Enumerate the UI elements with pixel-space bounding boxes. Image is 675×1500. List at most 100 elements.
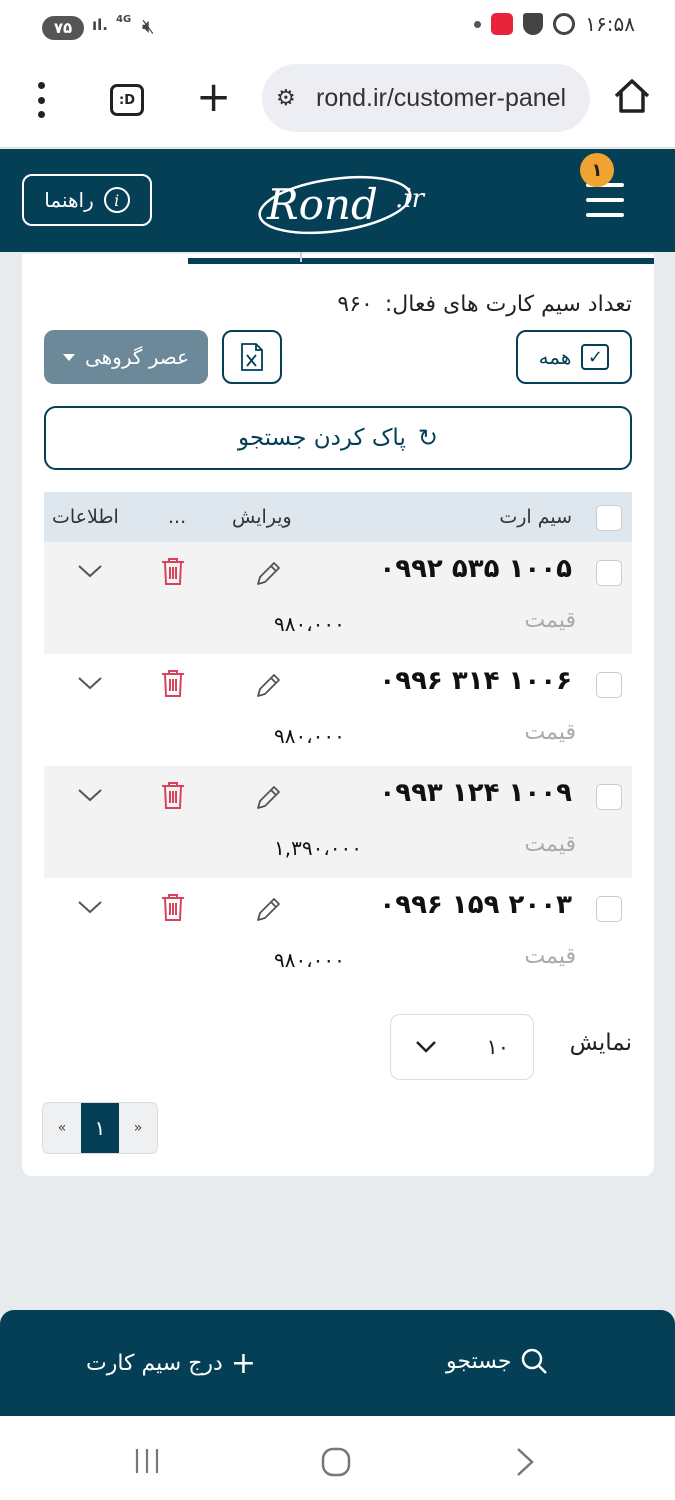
recent-apps-icon[interactable] <box>132 1446 162 1476</box>
pagination: « ۱ » <box>42 1102 158 1154</box>
tab-divider <box>300 252 302 262</box>
pagination-prev[interactable]: « <box>43 1103 81 1153</box>
status-right: ۱۶:۵۸ <box>474 12 635 36</box>
header-edit: ویرایش <box>232 506 292 528</box>
select-all-button[interactable]: ✓ همه <box>516 330 632 384</box>
price-label: قیمت <box>524 832 576 857</box>
row-checkbox[interactable] <box>596 560 622 586</box>
status-bar: ۷۵ ıl. 4G 🔇︎ ۱۶:۵۸ <box>0 0 675 56</box>
bottom-nav: جستجو + درج سیم کارت <box>0 1310 675 1416</box>
guide-button[interactable]: i راهنما <box>22 174 152 226</box>
edit-pencil-icon[interactable] <box>254 782 284 812</box>
mute-icon: 🔇︎ <box>142 14 155 38</box>
bottom-nav-add-label: درج سیم کارت <box>86 1351 223 1376</box>
delete-trash-icon[interactable] <box>160 556 186 586</box>
price-label: قیمت <box>524 720 576 745</box>
guide-label: راهنما <box>44 188 94 212</box>
delete-trash-icon[interactable] <box>160 780 186 810</box>
checkbox-checked-icon: ✓ <box>581 344 610 370</box>
price-value: ۱,۳۹۰،۰۰۰ <box>274 836 363 860</box>
search-icon <box>522 1348 548 1374</box>
bottom-nav-add-sim[interactable]: + درج سیم کارت <box>86 1346 256 1381</box>
clear-search-label: پاک کردن جستجو <box>238 425 406 451</box>
active-tab-indicator[interactable] <box>188 258 654 264</box>
header-sim: سیم ارت <box>499 506 572 528</box>
logo-suffix: .ir <box>395 184 426 214</box>
header-checkbox[interactable] <box>596 505 622 531</box>
logo-text: Rond <box>266 180 378 229</box>
table-row: ۰۹۹۶ ۳۱۴ ۱۰۰۶ قیمت ۹۸۰،۰۰۰ <box>44 654 632 766</box>
pagination-current[interactable]: ۱ <box>81 1103 119 1153</box>
sim-number: ۰۹۹۶ ۱۵۹ ۲۰۰۳ <box>379 890 572 920</box>
active-count-value: ۹۶۰ <box>337 292 373 317</box>
price-label: قیمت <box>524 944 576 969</box>
table-header: سیم ارت ویرایش ... اطلاعات <box>44 492 632 542</box>
price-label: قیمت <box>524 608 576 633</box>
notification-badge[interactable]: ۱ <box>580 153 614 187</box>
table-row: ۰۹۹۶ ۱۵۹ ۲۰۰۳ قیمت ۹۸۰،۰۰۰ <box>44 878 632 990</box>
url-text[interactable]: rond.ir/customer-panel <box>316 84 566 113</box>
row-checkbox[interactable] <box>596 672 622 698</box>
row-checkbox[interactable] <box>596 784 622 810</box>
site-settings-icon[interactable]: ⚙︎ <box>276 86 296 111</box>
system-nav-bar <box>0 1416 675 1500</box>
header-more: ... <box>168 506 187 528</box>
sim-number: ۰۹۹۶ ۳۱۴ ۱۰۰۶ <box>379 666 572 696</box>
sim-number: ۰۹۹۳ ۱۲۴ ۱۰۰۹ <box>379 778 572 808</box>
hamburger-menu-icon[interactable] <box>586 183 624 217</box>
price-value: ۹۸۰،۰۰۰ <box>274 612 345 636</box>
excel-export-button[interactable] <box>222 330 282 384</box>
clear-search-button[interactable]: ↻ پاک کردن جستجو <box>44 406 632 470</box>
select-all-label: همه <box>538 345 572 369</box>
per-page-select[interactable]: ۱۰ <box>390 1014 534 1080</box>
chevron-down-icon[interactable] <box>76 672 104 694</box>
app-notification-icon <box>491 13 514 35</box>
rond-logo[interactable]: Rond .ir <box>255 161 435 241</box>
chevron-down-icon[interactable] <box>76 560 104 582</box>
per-page-value: ۱۰ <box>486 1035 509 1059</box>
clock: ۱۶:۵۸ <box>585 12 635 36</box>
sim-table: سیم ارت ویرایش ... اطلاعات ۰۹۹۲ ۵۳۵ ۱۰۰۵… <box>44 492 632 990</box>
delete-trash-icon[interactable] <box>160 892 186 922</box>
sim-list-card: تعداد سیم کارت های فعال: ۹۶۰ ✓ همه عصر گ… <box>22 266 654 1176</box>
info-icon: i <box>103 187 130 213</box>
excel-icon <box>241 343 263 371</box>
bottom-nav-search-label: جستجو <box>446 1348 512 1374</box>
chevron-down-icon[interactable] <box>76 784 104 806</box>
table-row: ۰۹۹۲ ۵۳۵ ۱۰۰۵ قیمت ۹۸۰،۰۰۰ <box>44 542 632 654</box>
new-tab-plus-icon[interactable]: + <box>196 74 231 120</box>
pagination-next[interactable]: » <box>119 1103 157 1153</box>
site-header: i راهنما Rond .ir ۱ <box>0 149 675 252</box>
back-chevron-icon[interactable] <box>512 1446 538 1478</box>
tab-switcher-button[interactable]: :D <box>110 84 144 116</box>
table-row: ۰۹۹۳ ۱۲۴ ۱۰۰۹ قیمت ۱,۳۹۰،۰۰۰ <box>44 766 632 878</box>
refresh-icon: ↻ <box>417 424 438 452</box>
network-type: 4G <box>116 14 132 25</box>
edit-pencil-icon[interactable] <box>254 558 284 588</box>
header-info: اطلاعات <box>52 506 119 528</box>
price-value: ۹۸۰،۰۰۰ <box>274 948 345 972</box>
home-circle-icon[interactable] <box>320 1446 352 1478</box>
address-bar[interactable]: ⚙︎ rond.ir/customer-panel <box>262 64 590 132</box>
edit-pencil-icon[interactable] <box>254 670 284 700</box>
shield-icon <box>523 13 544 35</box>
browser-toolbar: :D + ⚙︎ rond.ir/customer-panel <box>0 56 675 148</box>
plus-icon: + <box>230 1346 256 1381</box>
browser-menu-icon[interactable] <box>34 82 48 118</box>
price-value: ۹۸۰،۰۰۰ <box>274 724 345 748</box>
per-page-label: نمایش <box>569 1030 632 1056</box>
home-icon[interactable] <box>612 76 652 116</box>
row-checkbox[interactable] <box>596 896 622 922</box>
signal-icon: ıl. <box>92 16 108 34</box>
caret-down-icon <box>62 353 75 361</box>
sim-number: ۰۹۹۲ ۵۳۵ ۱۰۰۵ <box>379 554 572 584</box>
delete-trash-icon[interactable] <box>160 668 186 698</box>
bottom-nav-search[interactable]: جستجو <box>446 1346 549 1376</box>
chevron-down-icon[interactable] <box>76 896 104 918</box>
chevron-down-icon <box>416 1041 436 1053</box>
active-count-label: تعداد سیم کارت های فعال: <box>384 292 632 317</box>
edit-pencil-icon[interactable] <box>254 894 284 924</box>
active-count-line: تعداد سیم کارت های فعال: ۹۶۰ <box>337 292 632 317</box>
sync-icon <box>553 13 576 35</box>
group-action-dropdown[interactable]: عصر گروهی <box>44 330 208 384</box>
